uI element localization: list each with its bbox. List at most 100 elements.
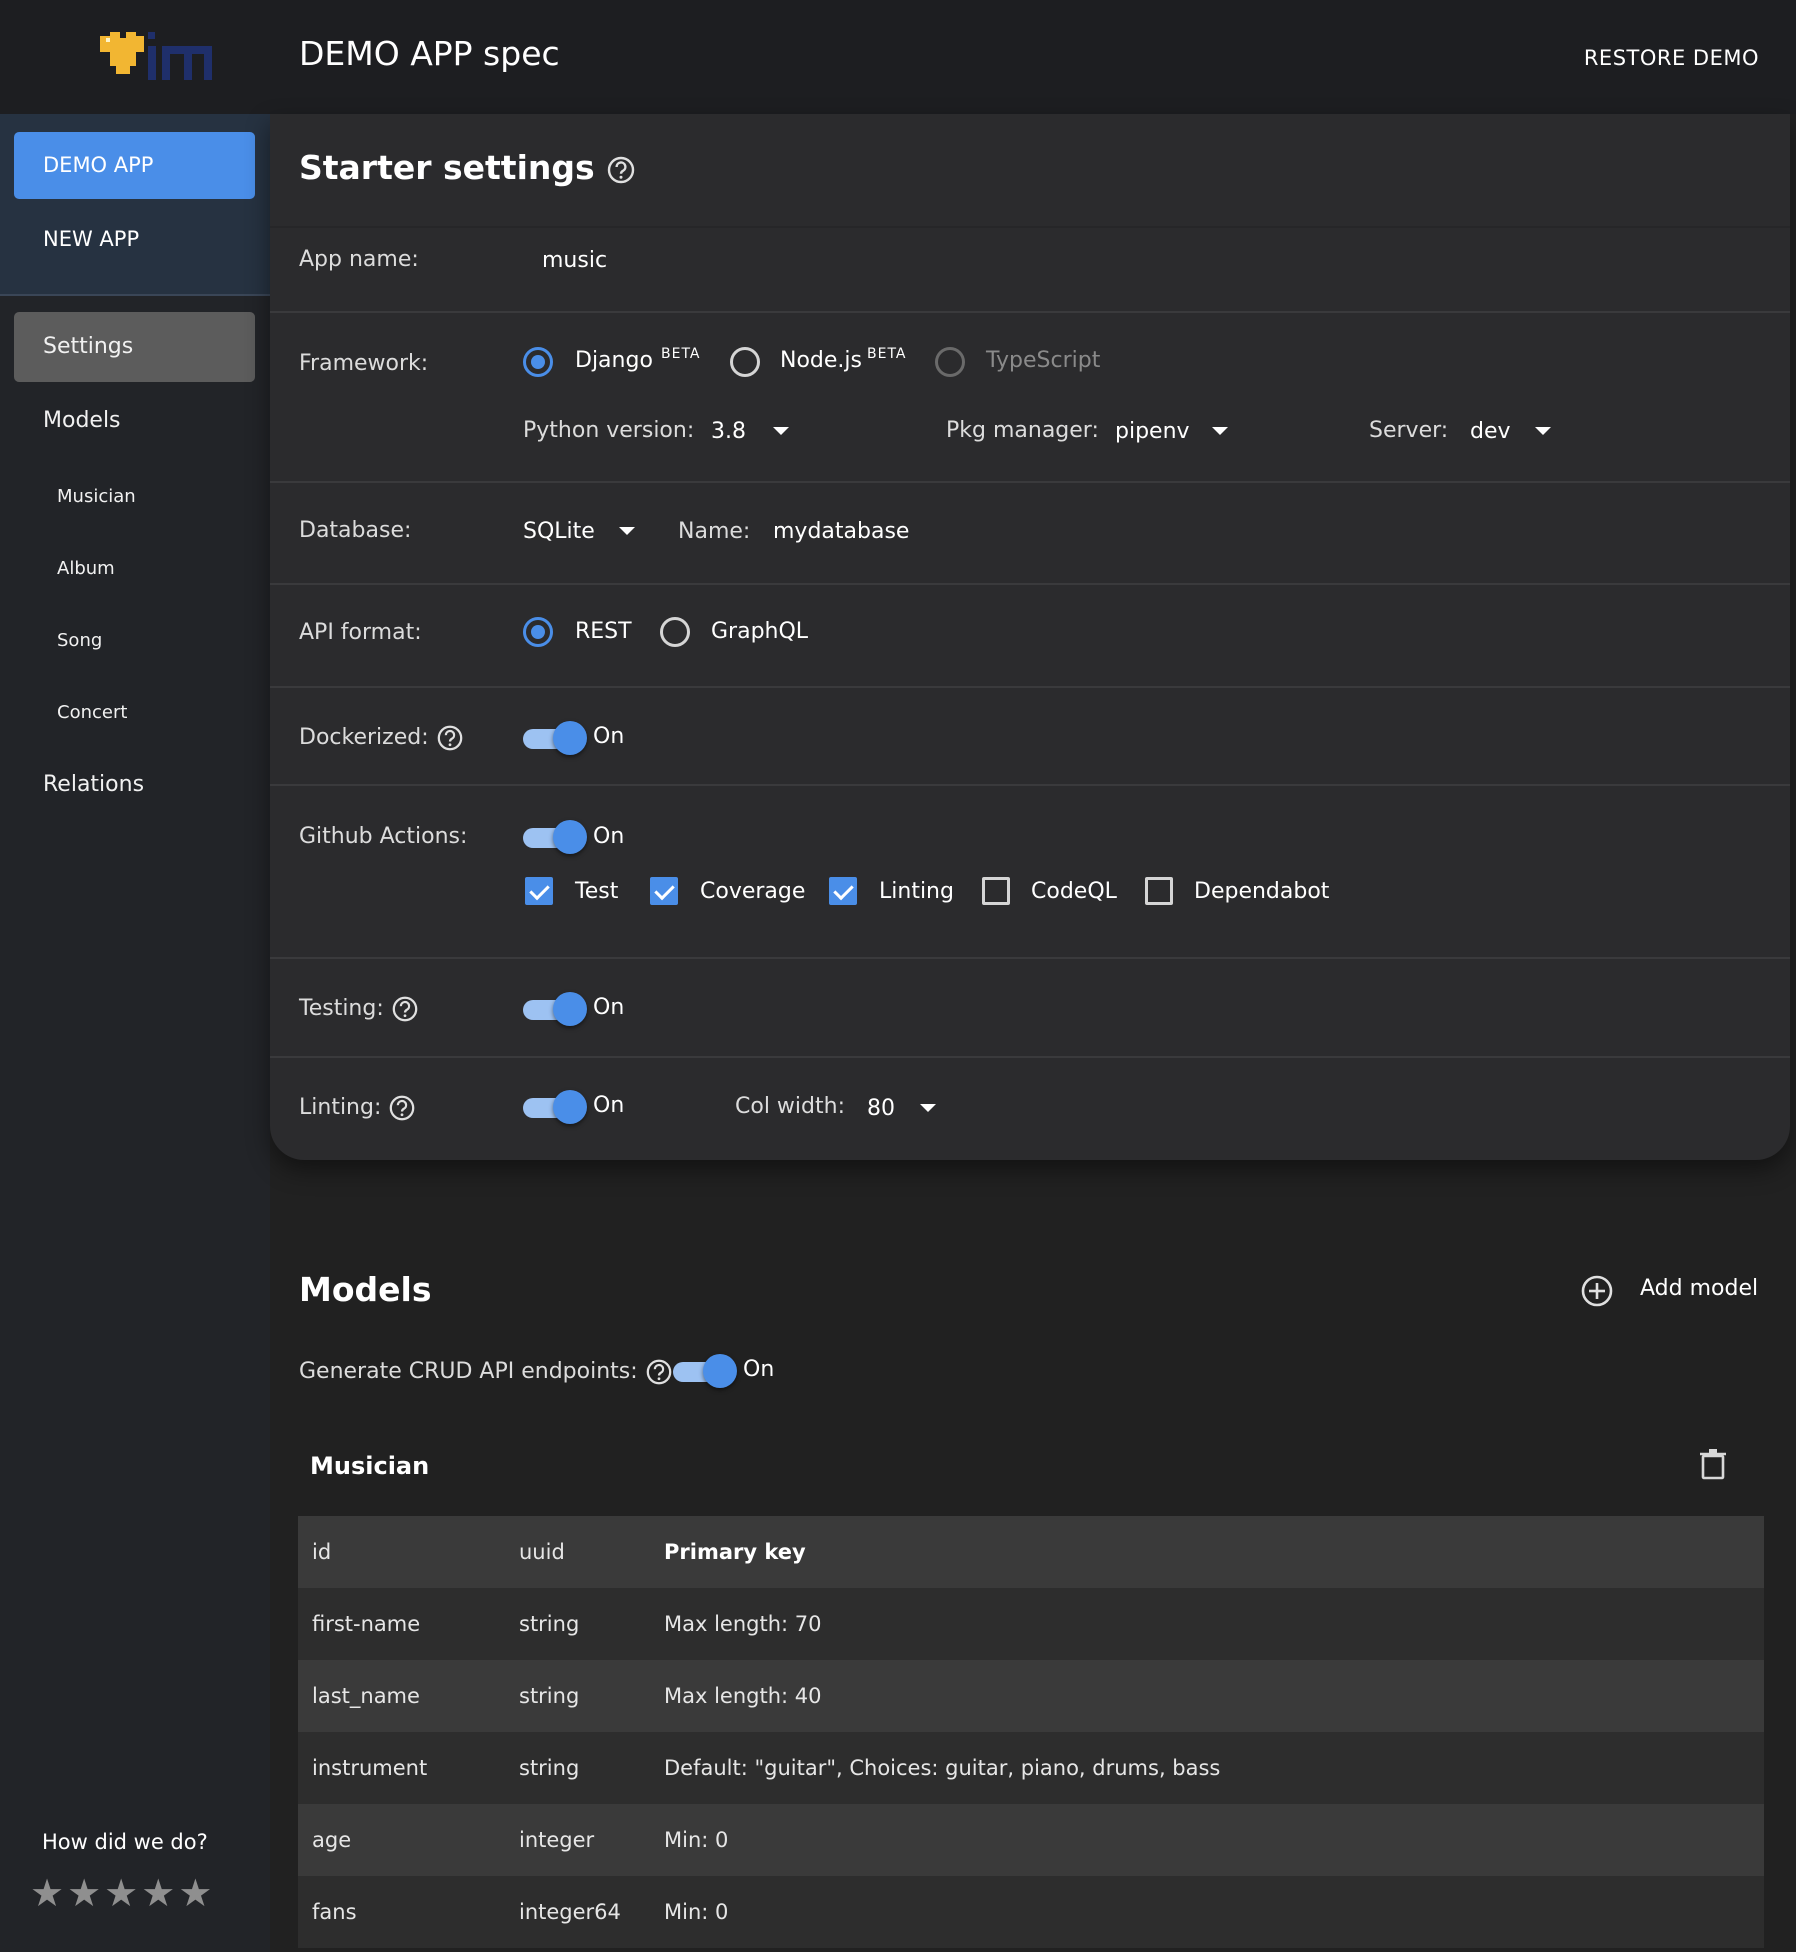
sidebar-item-settings[interactable]: Settings	[14, 312, 255, 382]
field-type: uuid	[519, 1540, 565, 1564]
github-actions-toggle[interactable]	[521, 818, 589, 856]
table-row[interactable]: first-name string Max length: 70	[298, 1588, 1764, 1660]
col-width-select[interactable]: 80	[867, 1096, 895, 1121]
table-row[interactable]: age integer Min: 0	[298, 1804, 1764, 1876]
linting-checkbox[interactable]	[829, 877, 857, 905]
new-app-button[interactable]: NEW APP	[14, 206, 255, 273]
field-type: string	[519, 1756, 580, 1780]
dockerized-label: Dockerized:	[299, 724, 464, 752]
python-version-chevron-down-icon[interactable]	[773, 427, 789, 435]
pkg-manager-select[interactable]: pipenv	[1115, 419, 1190, 444]
python-version-label: Python version:	[523, 418, 695, 443]
graphql-radio[interactable]	[660, 617, 690, 647]
add-model-button[interactable]: Add model	[1580, 1270, 1780, 1314]
restore-demo-button[interactable]: RESTORE DEMO	[1584, 46, 1759, 70]
model-card-title: Musician	[310, 1452, 430, 1480]
testing-label: Testing:	[299, 995, 419, 1023]
help-icon[interactable]	[388, 1094, 416, 1122]
top-bar: DEMO APP spec RESTORE DEMO	[0, 0, 1796, 114]
field-attributes: Primary key	[664, 1540, 806, 1564]
framework-label: Framework:	[299, 351, 429, 376]
crud-endpoints-label: Generate CRUD API endpoints:	[299, 1358, 673, 1386]
rest-radio[interactable]	[523, 617, 553, 647]
field-name: age	[312, 1828, 352, 1852]
server-select[interactable]: dev	[1470, 419, 1511, 444]
github-actions-state: On	[593, 824, 625, 849]
nodejs-label: Node.js	[780, 348, 862, 373]
field-name: last_name	[312, 1684, 420, 1708]
codeql-checkbox-label: CodeQL	[1031, 879, 1117, 904]
sidebar-item-models[interactable]: Models	[14, 386, 255, 456]
table-row[interactable]: last_name string Max length: 40	[298, 1660, 1764, 1732]
app-name-input[interactable]: music	[542, 248, 607, 273]
python-version-select[interactable]: 3.8	[711, 419, 746, 444]
sidebar: DEMO APP NEW APP Settings Models Musicia…	[0, 114, 270, 1952]
star-icon-4[interactable]: ★	[141, 1874, 175, 1912]
star-icon-3[interactable]: ★	[104, 1874, 138, 1912]
test-checkbox[interactable]	[525, 877, 553, 905]
linting-toggle[interactable]	[521, 1088, 589, 1126]
crud-endpoints-label-text: Generate CRUD API endpoints:	[299, 1359, 638, 1384]
django-radio[interactable]	[523, 347, 553, 377]
rest-label: REST	[575, 619, 632, 644]
add-circle-icon	[1581, 1275, 1613, 1307]
field-attributes: Max length: 40	[664, 1684, 822, 1708]
sidebar-item-musician[interactable]: Musician	[14, 462, 255, 532]
demo-app-button[interactable]: DEMO APP	[14, 132, 255, 199]
table-row[interactable]: id uuid Primary key	[298, 1516, 1764, 1588]
field-name: instrument	[312, 1756, 428, 1780]
add-model-label: Add model	[1640, 1276, 1759, 1301]
nodejs-beta-badge: BETA	[867, 346, 907, 362]
dependabot-checkbox[interactable]	[1145, 877, 1173, 905]
help-icon[interactable]	[645, 1358, 673, 1386]
database-chevron-down-icon[interactable]	[619, 527, 635, 535]
testing-toggle[interactable]	[521, 990, 589, 1028]
sidebar-item-concert[interactable]: Concert	[14, 678, 255, 748]
sidebar-item-song[interactable]: Song	[14, 606, 255, 676]
help-icon[interactable]	[606, 155, 636, 185]
testing-label-text: Testing:	[299, 996, 384, 1021]
table-row[interactable]: instrument string Default: "guitar", Cho…	[298, 1732, 1764, 1804]
sidebar-item-album[interactable]: Album	[14, 534, 255, 604]
table-row[interactable]: fans integer64 Min: 0	[298, 1876, 1764, 1948]
models-title: Models	[299, 1270, 432, 1309]
star-icon-1[interactable]: ★	[30, 1874, 64, 1912]
nodejs-radio[interactable]	[730, 347, 760, 377]
coverage-checkbox[interactable]	[650, 877, 678, 905]
codeql-checkbox[interactable]	[982, 877, 1010, 905]
field-type: integer64	[519, 1900, 621, 1924]
divider	[270, 583, 1790, 585]
help-icon[interactable]	[436, 724, 464, 752]
divider	[270, 226, 1790, 228]
app-spec-title: DEMO APP spec	[299, 34, 560, 73]
database-select[interactable]: SQLite	[523, 519, 595, 544]
sidebar-item-relations[interactable]: Relations	[14, 750, 255, 820]
divider	[270, 957, 1790, 959]
field-name: first-name	[312, 1612, 421, 1636]
starter-settings-title: Starter settings	[299, 148, 636, 187]
pkg-manager-label: Pkg manager:	[946, 418, 1099, 443]
divider	[270, 784, 1790, 786]
field-name: id	[312, 1540, 332, 1564]
test-checkbox-label: Test	[575, 879, 619, 904]
help-icon[interactable]	[391, 995, 419, 1023]
testing-state: On	[593, 995, 625, 1020]
field-attributes: Min: 0	[664, 1900, 729, 1924]
divider	[270, 481, 1790, 483]
dockerized-toggle[interactable]	[521, 719, 589, 757]
field-attributes: Default: "guitar", Choices: guitar, pian…	[664, 1756, 1221, 1780]
starter-settings-card: Starter settings App name: music Framewo…	[270, 114, 1790, 1160]
star-icon-5[interactable]: ★	[178, 1874, 212, 1912]
linting-label: Linting:	[299, 1094, 416, 1122]
sidebar-divider	[0, 294, 270, 296]
db-name-label: Name:	[678, 519, 751, 544]
server-chevron-down-icon[interactable]	[1535, 427, 1551, 435]
db-name-input[interactable]: mydatabase	[773, 519, 909, 544]
pkg-manager-chevron-down-icon[interactable]	[1212, 427, 1228, 435]
divider	[270, 311, 1790, 313]
main-content: Starter settings App name: music Framewo…	[270, 114, 1796, 1952]
delete-model-trash-icon[interactable]	[1700, 1448, 1726, 1480]
star-icon-2[interactable]: ★	[67, 1874, 101, 1912]
crud-endpoints-toggle[interactable]	[671, 1352, 739, 1390]
col-width-chevron-down-icon[interactable]	[920, 1104, 936, 1112]
